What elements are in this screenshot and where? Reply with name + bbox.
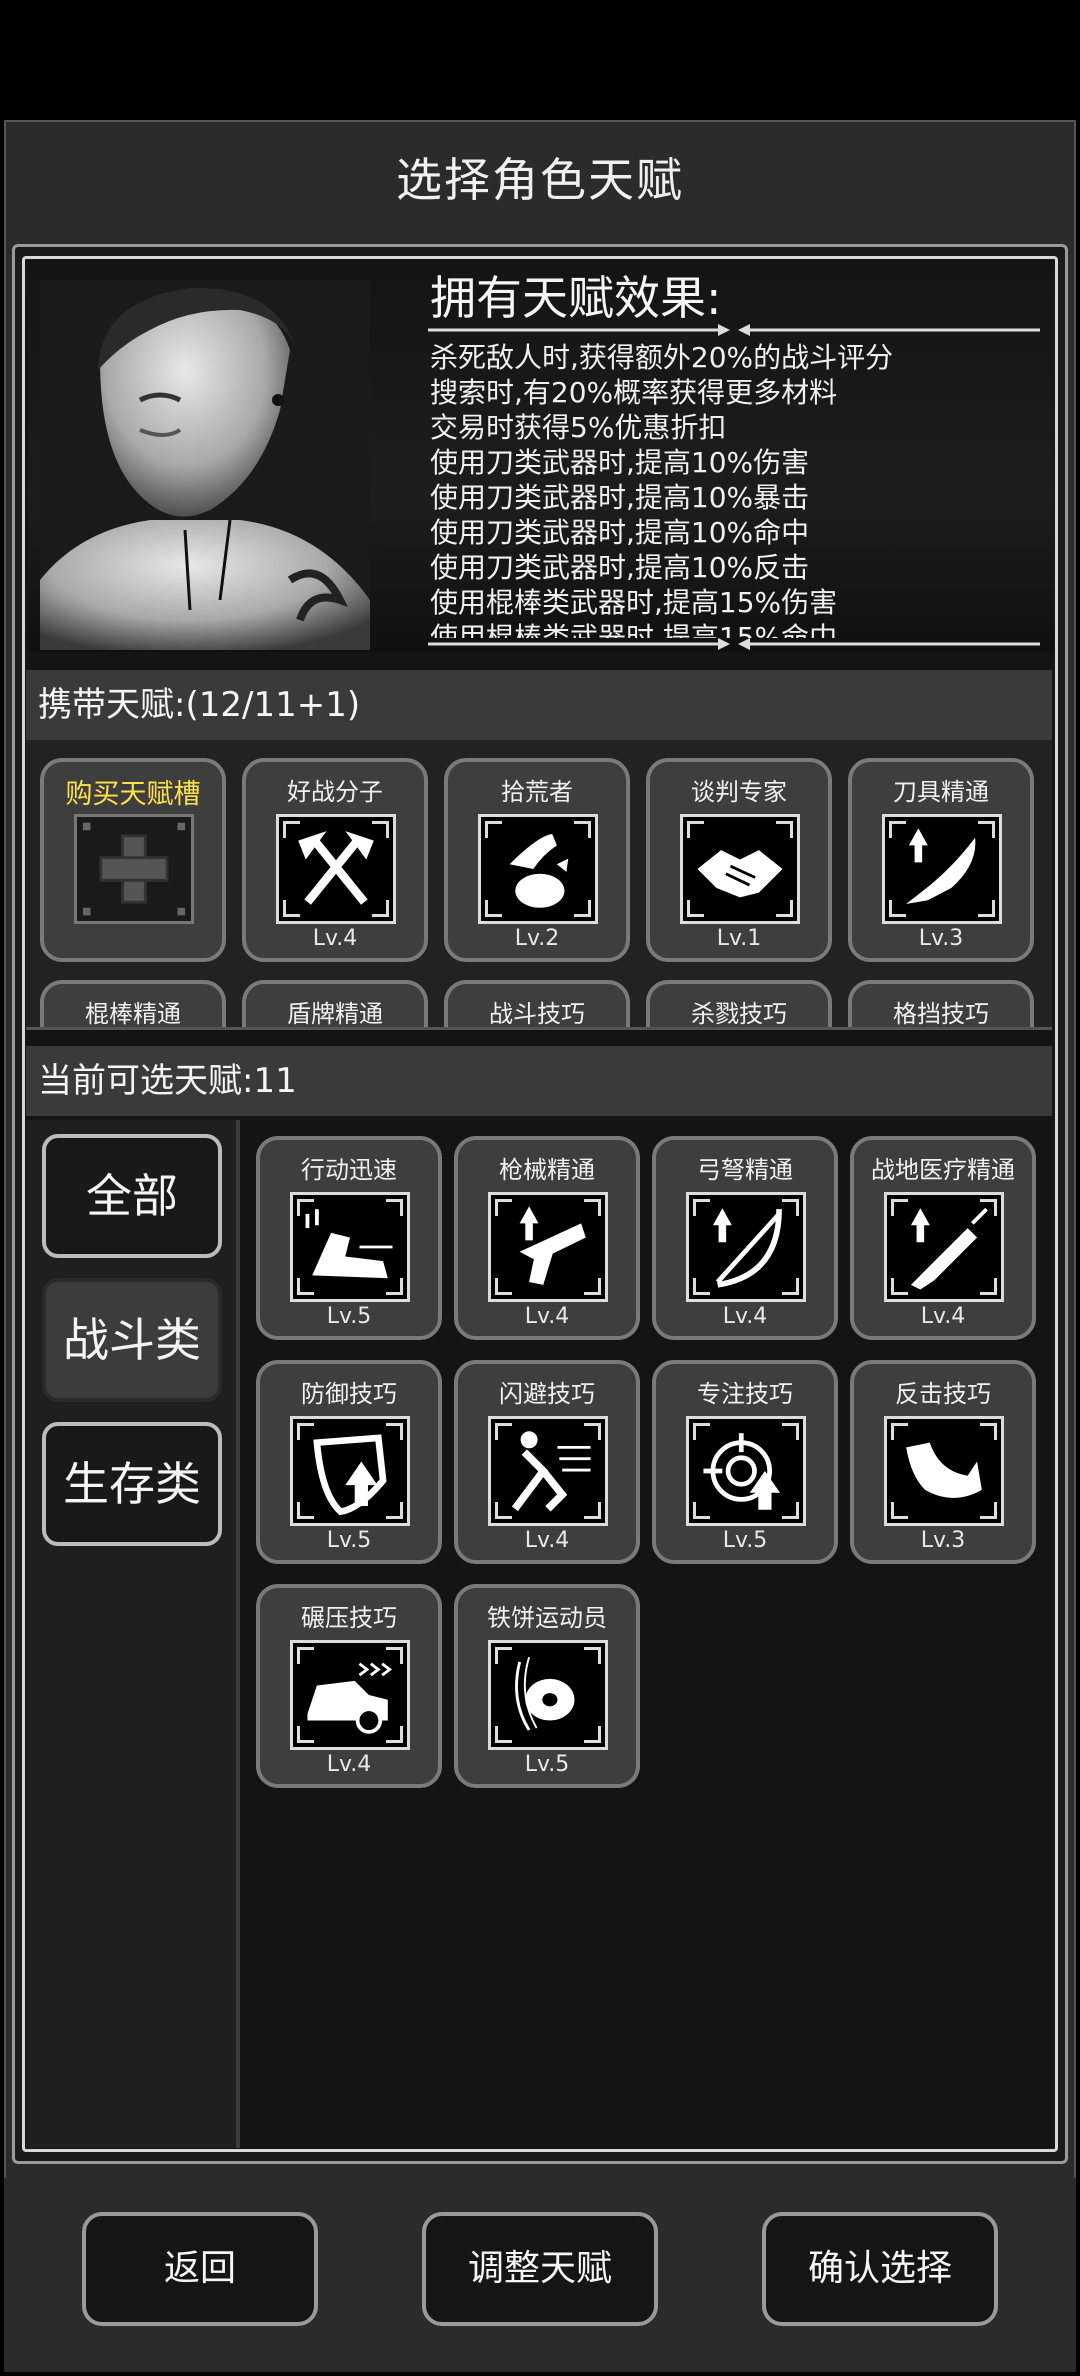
talent-card-carry[interactable]: 好战分子 Lv.4 [242,758,428,962]
effects-title: 拥有天赋效果: [430,271,722,325]
talent-name: 行动迅速 [301,1156,397,1184]
talent-name: 盾牌精通 [287,1000,383,1028]
talent-level: Lv.3 [918,926,964,951]
back-button[interactable]: 返回 [82,2212,318,2326]
category-column: 全部 战斗类 生存类 [26,1120,240,2148]
crossed-axes-icon [276,814,396,924]
talent-card-available[interactable]: 铁饼运动员 Lv.5 [454,1584,640,1788]
talent-card-carry[interactable]: 杀戮技巧 [646,980,832,1028]
category-all-button[interactable]: 全部 [42,1134,222,1258]
effect-line: 交易时获得5%优惠折扣 [430,411,727,444]
talent-level: Lv.4 [524,1528,570,1553]
syringe-up-icon [884,1192,1004,1302]
talent-card-available[interactable]: 行动迅速 Lv.5 [256,1136,442,1340]
talent-card-available[interactable]: 弓弩精通 Lv.4 [652,1136,838,1340]
talent-card-carry[interactable]: 拾荒者 Lv.2 [444,758,630,962]
talent-level: Lv.3 [920,1528,966,1553]
page-title: 选择角色天赋 [396,153,684,207]
talent-level: Lv.4 [524,1304,570,1329]
discus-icon [488,1640,608,1750]
talent-level: Lv.4 [920,1304,966,1329]
talent-name: 杀戮技巧 [691,1000,787,1028]
fast-boot-icon [290,1192,410,1302]
shield-up-icon [290,1416,410,1526]
confirm-button[interactable]: 确认选择 [762,2212,998,2326]
talent-level: Lv.4 [722,1304,768,1329]
talent-card-available[interactable]: 碾压技巧 Lv.4 [256,1584,442,1788]
adjust-talent-button[interactable]: 调整天赋 [422,2212,658,2326]
talent-card-available[interactable]: 专注技巧 Lv.5 [652,1360,838,1564]
talent-card-available[interactable]: 闪避技巧 Lv.4 [454,1360,640,1564]
category-combat-button[interactable]: 战斗类 [42,1278,222,1402]
talent-card-carry[interactable]: 战斗技巧 [444,980,630,1028]
crossbow-up-icon [686,1192,806,1302]
talent-name: 弓弩精通 [697,1156,793,1184]
carry-header: 携带天赋:(12/11+1) [26,670,1052,740]
crosshair-up-icon [686,1416,806,1526]
machete-up-icon [882,814,1002,924]
talent-name: 战地医疗精通 [871,1156,1015,1184]
available-header: 当前可选天赋:11 [26,1046,1052,1116]
talent-name: 刀具精通 [893,778,989,806]
talent-level: Lv.5 [326,1304,372,1329]
talent-name: 防御技巧 [301,1380,397,1408]
talent-card-carry[interactable]: 盾牌精通 [242,980,428,1028]
effect-line: 搜索时,有20%概率获得更多材料 [430,376,838,409]
car-crush-icon [290,1640,410,1750]
counter-arm-icon [884,1416,1004,1526]
effect-line: 使用刀类武器时,提高10%伤害 [430,446,810,479]
talent-name: 拾荒者 [501,778,573,806]
talent-level: Lv.2 [514,926,560,951]
add-slot-icon [74,814,194,924]
category-survival-button[interactable]: 生存类 [42,1422,222,1546]
carry-talent-grid[interactable]: 购买天赋槽 好战分子 Lv.4 拾荒者 Lv.2 谈判专家 Lv.1 刀具精通 … [26,740,1052,1030]
talent-name: 铁饼运动员 [487,1604,607,1632]
effect-line: 杀死敌人时,获得额外20%的战斗评分 [430,341,894,374]
talent-name: 枪械精通 [499,1156,595,1184]
talent-name: 专注技巧 [697,1380,793,1408]
talent-level: Lv.1 [716,926,762,951]
effect-line: 使用刀类武器时,提高10%命中 [430,516,810,549]
dodge-runner-icon [488,1416,608,1526]
talent-card-carry[interactable]: 棍棒精通 [40,980,226,1028]
talent-level: Lv.5 [326,1528,372,1553]
talent-name: 闪避技巧 [499,1380,595,1408]
effects-divider-bottom [428,638,1040,650]
talent-card-carry[interactable]: 格挡技巧 [848,980,1034,1028]
talent-card-available[interactable]: 防御技巧 Lv.5 [256,1360,442,1564]
buy-talent-slot-button[interactable]: 购买天赋槽 [40,758,226,962]
talent-level: Lv.5 [524,1752,570,1777]
effects-divider-top [428,324,1040,336]
talent-card-carry[interactable]: 谈判专家 Lv.1 [646,758,832,962]
character-portrait [40,280,370,650]
talent-name: 碾压技巧 [301,1604,397,1632]
talent-level: Lv.4 [326,1752,372,1777]
talent-level: Lv.4 [312,926,358,951]
talent-name: 格挡技巧 [893,1000,989,1028]
talent-card-available[interactable]: 枪械精通 Lv.4 [454,1136,640,1340]
effect-line: 使用刀类武器时,提高10%反击 [430,551,810,584]
handshake-icon [680,814,800,924]
buy-slot-label: 购买天赋槽 [65,779,201,810]
pistol-up-icon [488,1192,608,1302]
talent-name: 好战分子 [287,778,383,806]
talent-card-available[interactable]: 反击技巧 Lv.3 [850,1360,1036,1564]
effect-line: 使用刀类武器时,提高10%暴击 [430,481,810,514]
talent-level: Lv.5 [722,1528,768,1553]
talent-name: 谈判专家 [691,778,787,806]
talent-name: 棍棒精通 [85,1000,181,1028]
scavenger-hand-icon [478,814,598,924]
talent-card-available[interactable]: 战地医疗精通 Lv.4 [850,1136,1036,1340]
effects-list[interactable]: 杀死敌人时,获得额外20%的战斗评分 搜索时,有20%概率获得更多材料 交易时获… [430,340,1030,638]
talent-name: 反击技巧 [895,1380,991,1408]
talent-name: 战斗技巧 [489,1000,585,1028]
effect-line: 使用棍棒类武器时,提高15%伤害 [430,586,838,619]
talent-card-carry[interactable]: 刀具精通 Lv.3 [848,758,1034,962]
